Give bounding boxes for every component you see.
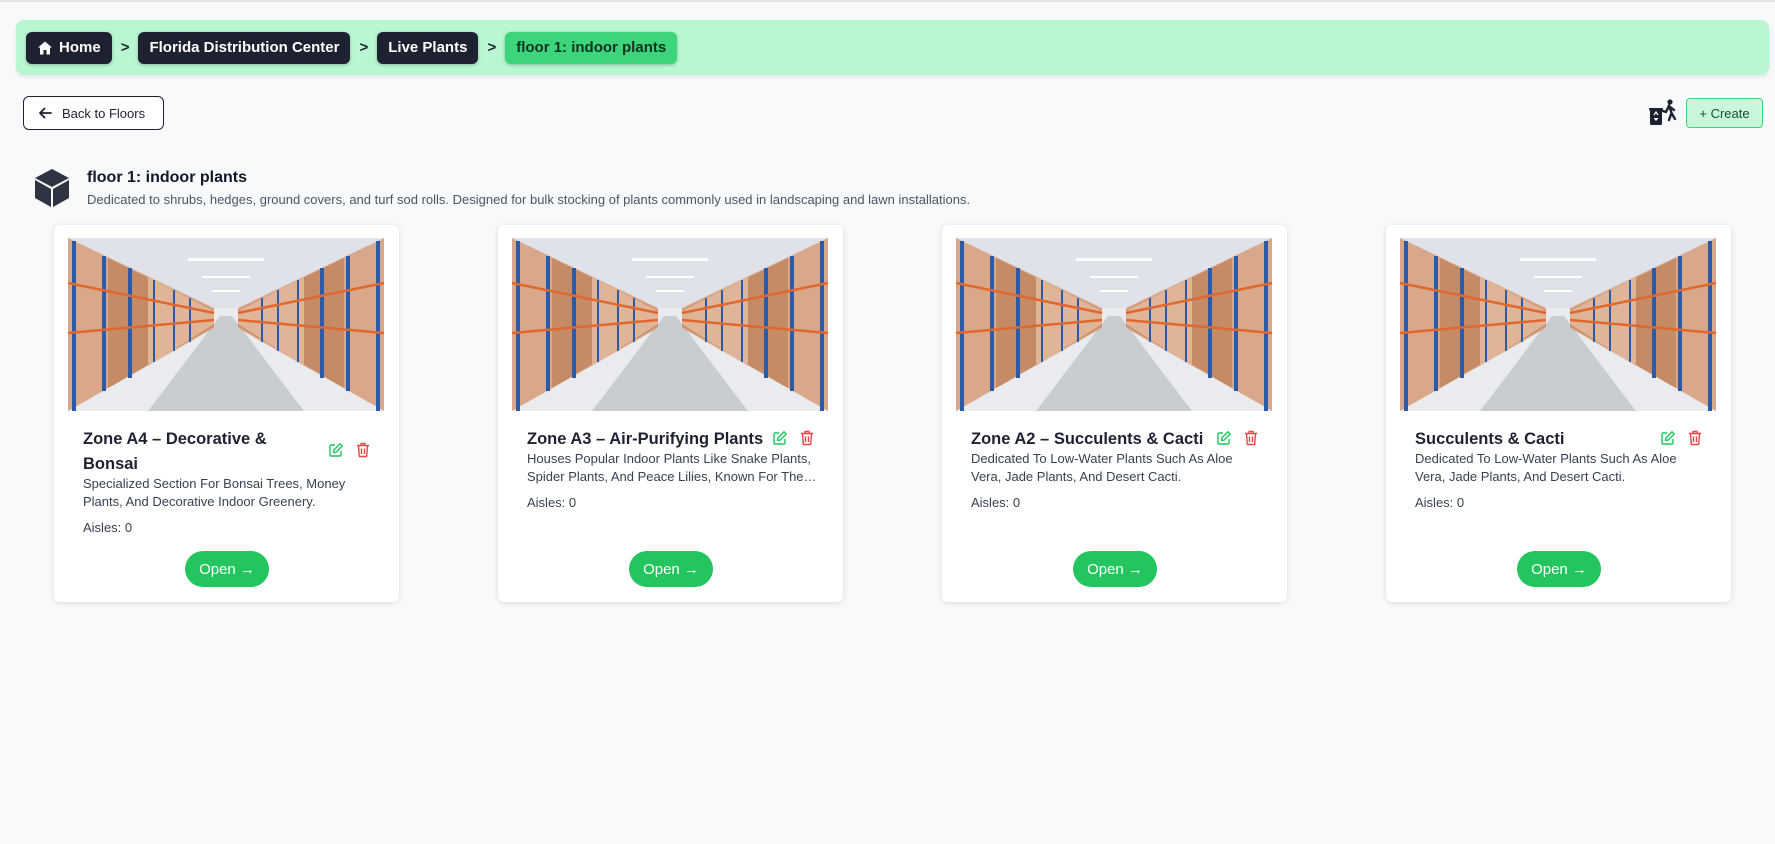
- breadcrumb-separator: >: [120, 39, 130, 56]
- floor-title: floor 1: indoor plants: [87, 169, 247, 186]
- edit-icon[interactable]: [328, 442, 344, 458]
- zone-aisles: Aisles: 0: [1415, 495, 1465, 510]
- trash-icon[interactable]: [1244, 430, 1258, 446]
- zone-description: Houses Popular Indoor Plants Like Snake …: [527, 451, 812, 484]
- breadcrumb-home-label: Home: [59, 39, 101, 56]
- arrow-left-icon: [39, 107, 52, 119]
- breadcrumb-live-plants[interactable]: Live Plants: [377, 31, 479, 64]
- open-zone-button[interactable]: Open →: [629, 551, 713, 587]
- open-zone-button[interactable]: Open →: [185, 551, 269, 587]
- breadcrumb-current-floor[interactable]: floor 1: indoor plants: [505, 31, 678, 64]
- zone-card: Zone A3 – Air-Purifying Plants Houses Po…: [498, 225, 843, 602]
- open-zone-button[interactable]: Open →: [1073, 551, 1157, 587]
- top-divider: [0, 0, 1775, 2]
- zone-card: Succulents & Cacti Dedicated To Low-Wate…: [1386, 225, 1731, 602]
- breadcrumb-home[interactable]: Home: [26, 31, 112, 64]
- edit-icon[interactable]: [772, 430, 788, 446]
- back-to-floors-button[interactable]: Back to Floors: [23, 96, 164, 130]
- zone-title: Zone A3 – Air-Purifying Plants: [527, 430, 764, 448]
- zone-aisles: Aisles: 0: [971, 495, 1021, 510]
- zone-description: Specialized Section For Bonsai Trees, Mo…: [83, 476, 346, 509]
- warehouse-image: [1400, 238, 1716, 411]
- trash-icon[interactable]: [356, 442, 370, 458]
- zone-title: Zone A4 – Decorative & Bonsai: [83, 430, 267, 473]
- zone-aisles: Aisles: 0: [83, 520, 133, 535]
- open-zone-button[interactable]: Open →: [1517, 551, 1601, 587]
- zone-description: Dedicated To Low-Water Plants Such As Al…: [1415, 451, 1677, 484]
- zone-card: Zone A2 – Succulents & Cacti Dedicated T…: [942, 225, 1287, 602]
- edit-icon[interactable]: [1660, 430, 1676, 446]
- zone-title: Zone A2 – Succulents & Cacti: [971, 430, 1204, 448]
- warehouse-image: [956, 238, 1272, 411]
- zone-aisles: Aisles: 0: [527, 495, 577, 510]
- zone-description: Dedicated To Low-Water Plants Such As Al…: [971, 451, 1233, 484]
- warehouse-image: [68, 238, 384, 411]
- edit-icon[interactable]: [1216, 430, 1232, 446]
- breadcrumb: Home > Florida Distribution Center > Liv…: [16, 20, 1769, 75]
- trash-icon[interactable]: [800, 430, 814, 446]
- back-to-floors-label: Back to Floors: [62, 105, 146, 121]
- create-button[interactable]: + Create: [1686, 98, 1763, 128]
- home-icon: [38, 41, 52, 54]
- breadcrumb-separator: >: [359, 39, 369, 56]
- recycle-person-icon[interactable]: [1648, 98, 1678, 128]
- breadcrumb-distribution-center[interactable]: Florida Distribution Center: [138, 31, 351, 64]
- zone-title: Succulents & Cacti: [1415, 430, 1565, 448]
- floor-description: Dedicated to shrubs, hedges, ground cove…: [87, 192, 971, 207]
- zone-card: Zone A4 – Decorative & Bonsai Specialize…: [54, 225, 399, 602]
- breadcrumb-separator: >: [487, 39, 497, 56]
- warehouse-image: [512, 238, 828, 411]
- cube-icon: [35, 169, 69, 207]
- trash-icon[interactable]: [1688, 430, 1702, 446]
